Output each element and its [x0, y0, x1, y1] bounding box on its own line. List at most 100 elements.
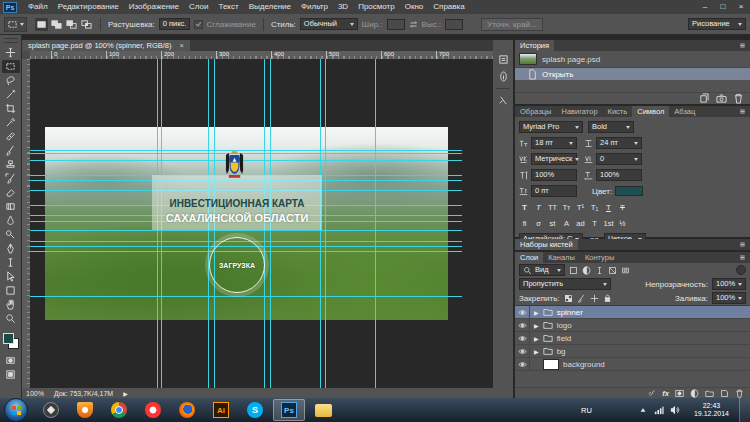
layer-row[interactable]: background — [515, 358, 750, 371]
language-indicator[interactable]: RU — [581, 406, 592, 415]
type-style-button[interactable]: T — [519, 203, 530, 213]
tool-button[interactable] — [2, 46, 20, 59]
zoom-level[interactable]: 100% — [26, 390, 44, 397]
tracking-field[interactable]: 0 — [596, 153, 642, 165]
menu-item[interactable]: Файл — [23, 0, 53, 14]
smart-object-filter-icon[interactable] — [621, 266, 630, 275]
tool-button[interactable] — [2, 242, 20, 255]
filter-kind-select[interactable]: Вид — [519, 264, 565, 276]
guide-line[interactable] — [30, 153, 462, 154]
panel-tab[interactable]: Слои — [515, 252, 543, 263]
panel-menu-icon[interactable] — [738, 107, 747, 116]
horizontal-ruler[interactable]: 0100200300400500600700 — [30, 51, 493, 59]
quick-mask-button[interactable] — [2, 354, 20, 367]
opentype-button[interactable]: st — [547, 219, 558, 229]
guide-line[interactable] — [30, 150, 462, 151]
visibility-toggle[interactable] — [515, 306, 530, 318]
font-size-field[interactable]: 18 пт — [531, 137, 577, 149]
tool-button[interactable] — [2, 60, 20, 73]
tool-button[interactable] — [2, 130, 20, 143]
baseline-shift-field[interactable]: 0 пт — [531, 185, 577, 197]
info-icon[interactable] — [498, 71, 509, 82]
font-family-select[interactable]: Myriad Pro — [519, 121, 583, 133]
trash-icon[interactable] — [735, 389, 744, 398]
tool-button[interactable] — [2, 214, 20, 227]
adjustment-layer-icon[interactable] — [690, 389, 699, 398]
opentype-button[interactable]: σ — [533, 219, 544, 229]
new-group-icon[interactable] — [705, 389, 714, 398]
expand-arrow[interactable]: ▶ — [534, 322, 539, 329]
foreground-color-swatch[interactable] — [3, 333, 14, 344]
history-snapshot[interactable]: splash page.psd — [515, 51, 750, 68]
tool-button[interactable] — [2, 102, 20, 115]
font-style-select[interactable]: Bold — [588, 121, 634, 133]
tool-button[interactable] — [2, 88, 20, 101]
swap-icon[interactable] — [409, 20, 418, 29]
menu-item[interactable]: Слои — [184, 0, 213, 14]
taskbar-app[interactable] — [137, 399, 169, 421]
lock-all-icon[interactable] — [603, 294, 612, 303]
expand-arrow[interactable]: ▶ — [534, 348, 539, 355]
window-control-button[interactable]: □ — [714, 0, 732, 14]
height-field[interactable] — [445, 19, 463, 30]
taskbar-app[interactable]: Ai — [205, 399, 237, 421]
canvas[interactable]: ИНВЕСТИЦИОННАЯ КАРТАСАХАЛИНСКОЙ ОБЛАСТИЗ… — [30, 59, 493, 388]
tool-button[interactable] — [2, 284, 20, 297]
tool-button[interactable] — [2, 144, 20, 157]
tool-button[interactable] — [2, 158, 20, 171]
vertical-scale-field[interactable]: 100% — [531, 169, 577, 181]
taskbar-app[interactable]: S — [239, 399, 271, 421]
type-style-button[interactable]: T — [603, 203, 614, 213]
menu-item[interactable]: 3D — [333, 0, 353, 14]
document-tab[interactable]: splash page.psd @ 100% (spinner, RGB/8)× — [22, 40, 190, 51]
pixel-filter-icon[interactable] — [569, 266, 578, 275]
lock-transparency-icon[interactable] — [564, 294, 573, 303]
guide-line[interactable] — [325, 59, 326, 388]
camera-icon[interactable] — [716, 93, 727, 104]
menu-item[interactable]: Просмотр — [353, 0, 400, 14]
tool-button[interactable] — [2, 172, 20, 185]
tool-button[interactable] — [2, 116, 20, 129]
menu-item[interactable]: Окно — [400, 0, 429, 14]
width-field[interactable] — [387, 19, 405, 30]
opentype-button[interactable]: 1st — [603, 219, 614, 229]
panel-grip[interactable] — [4, 38, 18, 43]
new-selection-icon[interactable] — [35, 18, 48, 31]
guide-line[interactable] — [30, 251, 462, 252]
new-document-from-state-icon[interactable] — [699, 93, 710, 104]
history-step[interactable]: Открыть — [515, 68, 750, 80]
lock-pixels-icon[interactable] — [577, 294, 586, 303]
vertical-ruler[interactable] — [22, 59, 30, 388]
tool-button[interactable] — [2, 312, 20, 325]
menu-item[interactable]: Справка — [428, 0, 469, 14]
guide-line[interactable] — [375, 59, 376, 388]
style-select[interactable]: Обычный — [300, 18, 358, 30]
shape-filter-icon[interactable] — [608, 266, 617, 275]
visibility-toggle[interactable] — [515, 358, 530, 370]
add-selection-icon[interactable] — [50, 18, 63, 31]
adjustment-filter-icon[interactable] — [582, 266, 591, 275]
history-icon[interactable] — [498, 54, 509, 65]
menu-item[interactable]: Текст — [213, 0, 243, 14]
feather-field[interactable]: 0 пикс. — [159, 18, 191, 30]
menu-item[interactable]: Выделение — [244, 0, 296, 14]
taskbar-app[interactable] — [307, 399, 339, 421]
info-menu-button[interactable]: ▶ — [123, 390, 128, 397]
kerning-field[interactable]: Метрическ — [531, 153, 577, 165]
horizontal-scale-field[interactable]: 100% — [596, 169, 642, 181]
guide-line[interactable] — [30, 246, 462, 247]
blend-mode-select[interactable]: Пропустить — [519, 278, 611, 290]
taskbar-app[interactable]: Ps — [273, 399, 305, 421]
start-button[interactable] — [4, 398, 28, 422]
opentype-button[interactable]: fi — [519, 219, 530, 229]
tool-button[interactable] — [2, 228, 20, 241]
opacity-field[interactable]: 100% — [712, 278, 746, 290]
intersect-selection-icon[interactable] — [80, 18, 93, 31]
clock[interactable]: 22:4319.12.2014 — [694, 402, 729, 418]
taskbar-app[interactable] — [35, 399, 67, 421]
type-filter-icon[interactable] — [595, 266, 604, 275]
type-style-button[interactable]: T¹ — [575, 203, 586, 213]
panel-tab[interactable]: Образцы — [515, 106, 557, 117]
tool-preset-picker[interactable] — [4, 17, 27, 32]
leading-field[interactable]: 24 пт — [596, 137, 642, 149]
